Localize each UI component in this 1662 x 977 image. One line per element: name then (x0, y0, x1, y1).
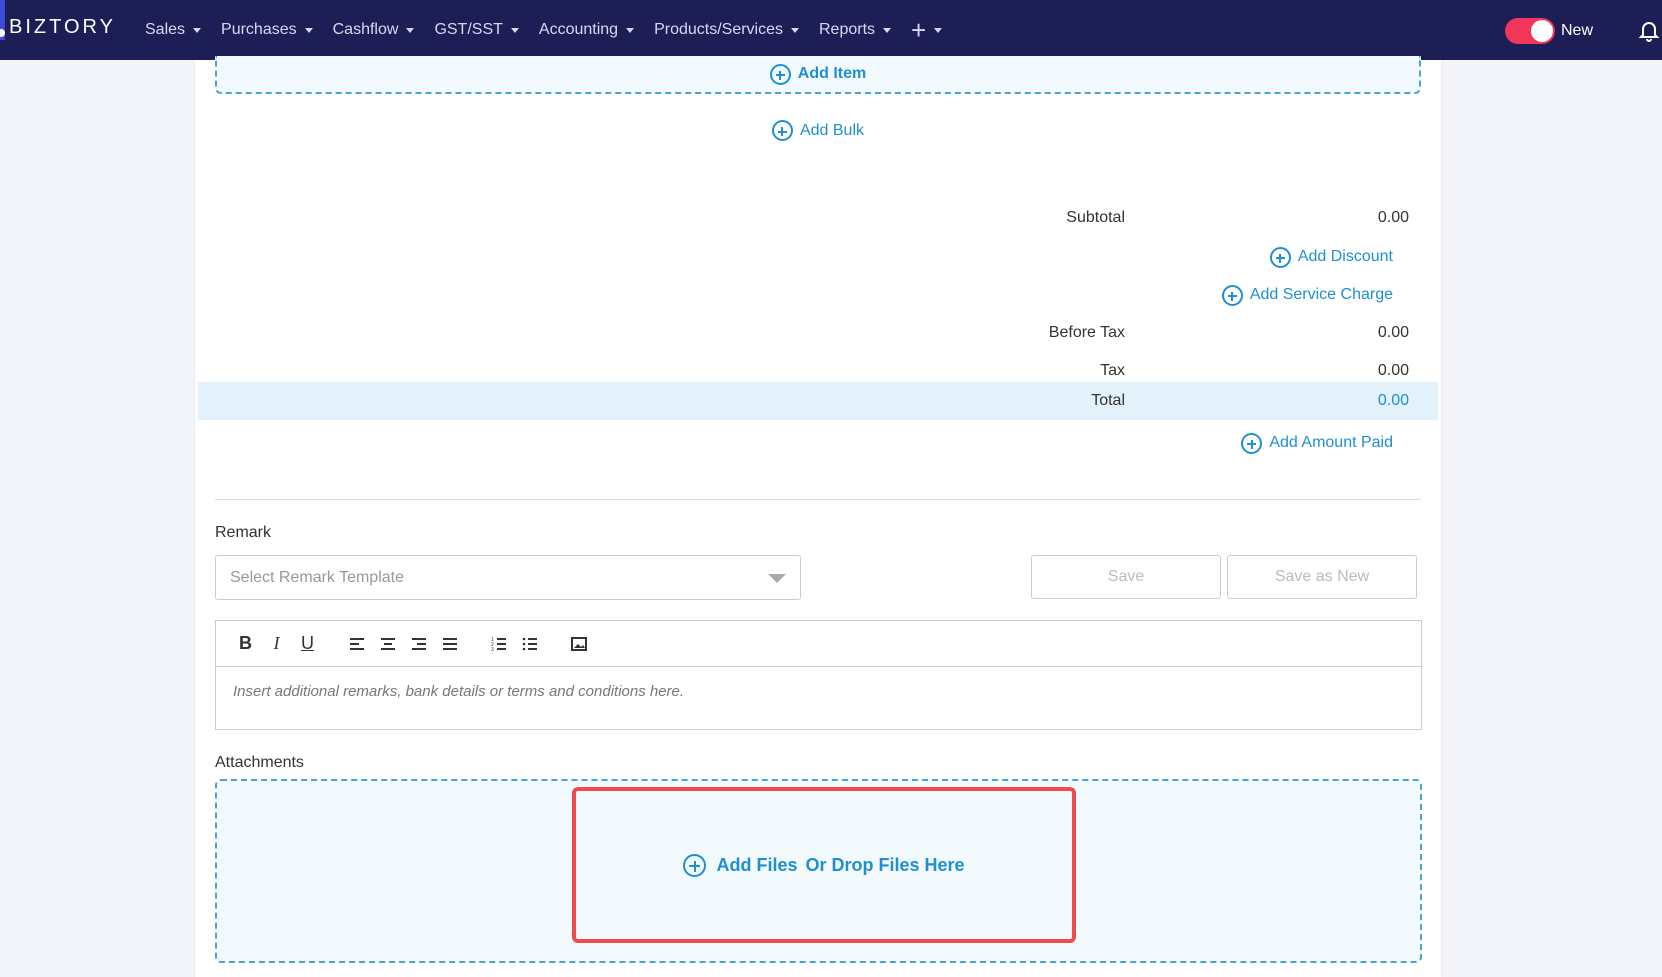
subtotal-row: Subtotal 0.00 (195, 199, 1441, 237)
chevron-down-icon (510, 27, 519, 33)
section-divider (215, 499, 1421, 500)
before-tax-value: 0.00 (1377, 324, 1409, 341)
menu-purchases[interactable]: Purchases (221, 21, 313, 39)
logo-dot-icon (0, 28, 5, 37)
bell-icon[interactable] (1637, 18, 1661, 42)
add-circle-icon (1269, 246, 1291, 268)
add-service-charge-label: Add Service Charge (1249, 286, 1393, 303)
align-right-icon[interactable] (403, 632, 434, 656)
menu-quick-add[interactable]: + (911, 15, 943, 45)
total-row: Total 0.00 (198, 382, 1438, 420)
subtotal-label: Subtotal (1066, 209, 1125, 226)
chevron-down-icon (883, 27, 892, 33)
menu-gst-sst-label: GST/SST (434, 21, 503, 38)
toggle-knob (1531, 20, 1553, 42)
svg-text:3: 3 (491, 647, 494, 653)
menu-accounting-label: Accounting (538, 21, 619, 38)
before-tax-row: Before Tax 0.00 (195, 314, 1441, 352)
before-tax-label: Before Tax (1048, 324, 1125, 341)
save-remark-button[interactable]: Save (1031, 555, 1221, 599)
attachments-dropzone[interactable]: Add Files Or Drop Files Here (215, 779, 1422, 963)
ordered-list-icon[interactable]: 123 (483, 632, 514, 656)
add-amount-paid-label: Add Amount Paid (1269, 434, 1393, 451)
add-circle-icon (1221, 284, 1243, 306)
amount-paid-row: Add Amount Paid (195, 424, 1441, 462)
remark-editor-body[interactable]: Insert additional remarks, bank details … (216, 667, 1421, 716)
drop-files-label: Or Drop Files Here (805, 854, 965, 875)
total-label: Total (1091, 392, 1125, 409)
add-circle-icon (771, 120, 793, 141)
editor-toolbar: B I U 123 (216, 621, 1421, 667)
menu-products-services[interactable]: Products/Services (654, 21, 799, 39)
add-discount-button[interactable]: Add Discount (1269, 246, 1393, 268)
plus-icon: + (911, 15, 927, 45)
menu-reports[interactable]: Reports (819, 21, 892, 39)
remark-editor: B I U 123 Insert additional remarks, ban… (215, 620, 1422, 730)
chevron-down-icon (304, 27, 313, 33)
service-charge-row: Add Service Charge (195, 276, 1441, 314)
unordered-list-icon[interactable] (514, 632, 545, 656)
remark-label: Remark (215, 524, 272, 541)
attachments-label: Attachments (215, 754, 304, 771)
add-bulk-container: Add Bulk (195, 120, 1441, 141)
chevron-down-icon (791, 27, 799, 33)
add-circle-icon (683, 853, 707, 877)
invoice-form-card: Add Item Add Bulk Subtotal 0.00 Add Disc… (195, 56, 1441, 977)
add-bulk-button[interactable]: Add Bulk (771, 120, 865, 141)
add-discount-label: Add Discount (1297, 248, 1393, 265)
tax-label: Tax (1100, 362, 1125, 379)
brand-name: BIZTORY (9, 16, 116, 38)
menu-sales[interactable]: Sales (145, 21, 202, 39)
toggle-switch[interactable] (1505, 18, 1555, 44)
italic-icon[interactable]: I (261, 632, 292, 656)
add-files-button[interactable]: Add Files Or Drop Files Here (683, 853, 965, 877)
align-center-icon[interactable] (372, 632, 403, 656)
discount-row: Add Discount (195, 238, 1441, 276)
add-circle-icon (769, 63, 791, 85)
main-menu: Sales Purchases Cashflow GST/SST Account… (145, 0, 962, 60)
add-item-button[interactable]: Add Item (769, 63, 867, 85)
add-files-label: Add Files (716, 854, 798, 875)
save-as-new-remark-button[interactable]: Save as New (1227, 555, 1417, 599)
menu-purchases-label: Purchases (221, 21, 297, 38)
brand-logo[interactable]: BIZTORY (0, 16, 116, 39)
align-left-icon[interactable] (341, 632, 372, 656)
menu-reports-label: Reports (819, 21, 876, 38)
remark-template-select[interactable]: Select Remark Template (215, 555, 801, 600)
total-value: 0.00 (1377, 392, 1409, 409)
tax-value: 0.00 (1377, 362, 1409, 379)
add-amount-paid-button[interactable]: Add Amount Paid (1241, 432, 1393, 454)
top-navbar: BIZTORY Sales Purchases Cashflow GST/SST… (0, 0, 1662, 60)
menu-cashflow[interactable]: Cashflow (333, 21, 415, 39)
bold-icon[interactable]: B (230, 632, 261, 656)
chevron-down-icon (193, 27, 202, 33)
add-service-charge-button[interactable]: Add Service Charge (1221, 284, 1393, 306)
menu-sales-label: Sales (145, 21, 186, 38)
toggle-label: New (1561, 22, 1594, 39)
menu-gst-sst[interactable]: GST/SST (434, 21, 519, 39)
add-item-label: Add Item (797, 65, 867, 82)
add-bulk-label: Add Bulk (799, 121, 865, 139)
subtotal-value: 0.00 (1377, 209, 1409, 226)
new-toggle[interactable]: New (1505, 18, 1593, 44)
menu-products-services-label: Products/Services (654, 21, 783, 38)
menu-accounting[interactable]: Accounting (538, 21, 635, 39)
chevron-down-icon (934, 27, 943, 33)
align-justify-icon[interactable] (434, 632, 465, 656)
chevron-down-icon (626, 27, 635, 33)
menu-cashflow-label: Cashflow (332, 21, 399, 38)
item-dropzone: Add Item (215, 56, 1421, 94)
image-icon[interactable] (563, 632, 594, 656)
dropdown-arrow-icon (768, 574, 786, 583)
chevron-down-icon (406, 27, 415, 33)
remark-template-placeholder: Select Remark Template (230, 568, 404, 586)
underline-icon[interactable]: U (292, 632, 323, 656)
add-circle-icon (1241, 432, 1263, 454)
highlight-box: Add Files Or Drop Files Here (572, 787, 1076, 943)
